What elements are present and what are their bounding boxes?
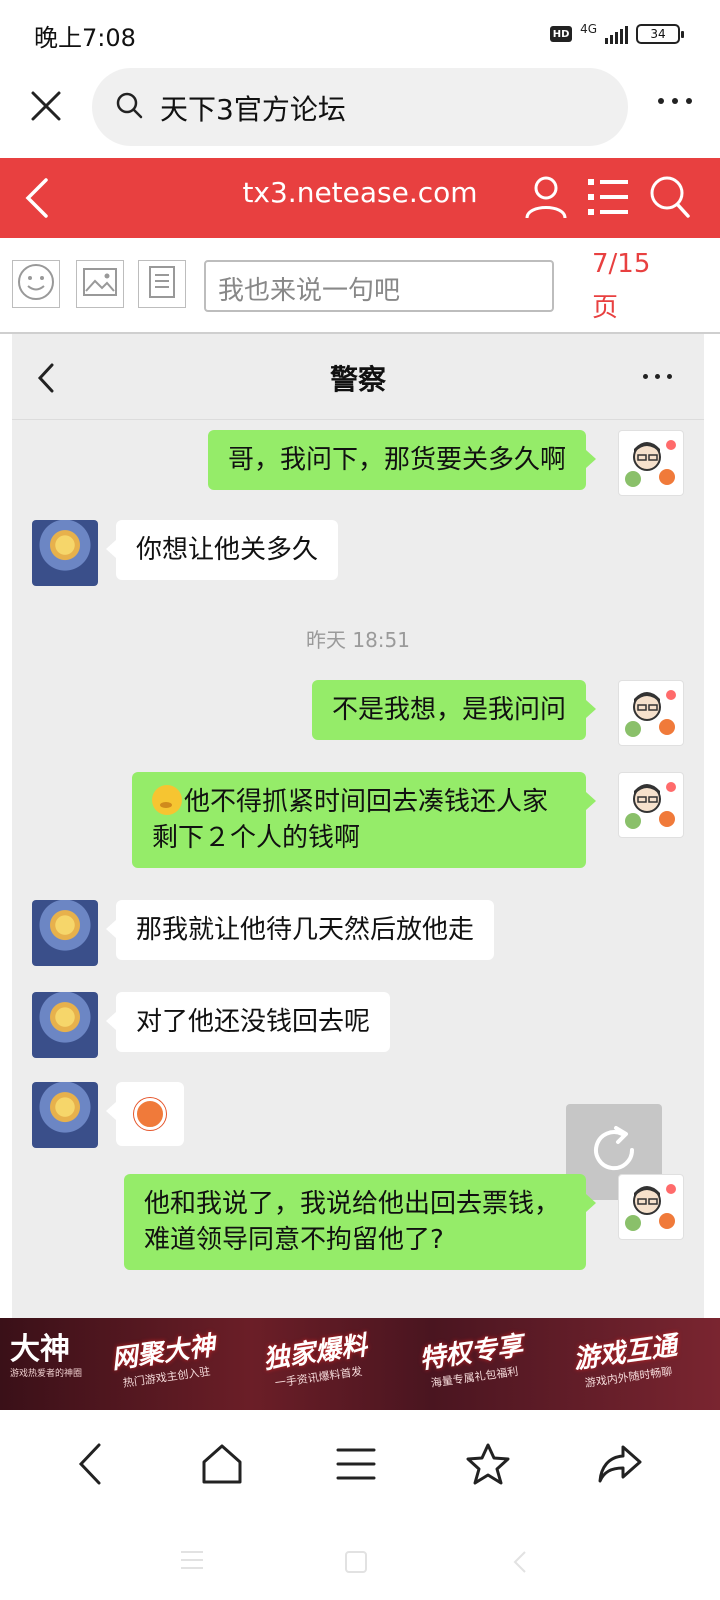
more-dots-icon[interactable] bbox=[658, 98, 692, 104]
message-bubble-them: 你想让他关多久 bbox=[105, 520, 339, 580]
page-indicator[interactable]: 7/15页 bbox=[592, 242, 672, 330]
browser-toolbar: 天下3官方论坛 bbox=[0, 68, 720, 156]
browser-bottom-nav bbox=[0, 1410, 720, 1520]
system-home-icon[interactable] bbox=[344, 1550, 368, 1578]
nav-menu-button[interactable] bbox=[328, 1438, 384, 1494]
nav-home-button[interactable] bbox=[194, 1438, 250, 1494]
list-menu-icon[interactable] bbox=[586, 176, 630, 222]
chat-screenshot: 警察 哥，我问下，那货要关多久啊 你想让他关多久 昨天 18:51 不是我想，是… bbox=[12, 334, 704, 1318]
promo-banner[interactable]: 大神 游戏热爱者的神圈 网聚大神 热门游戏主创入驻 独家爆料 一手资讯爆料首发 … bbox=[0, 1318, 720, 1410]
contact-avatar bbox=[32, 900, 98, 966]
chat-timestamp: 昨天 18:51 bbox=[306, 628, 410, 652]
network-type: 4G bbox=[580, 22, 597, 36]
system-back-icon[interactable] bbox=[512, 1550, 528, 1578]
battery-icon: 34 bbox=[636, 24, 684, 44]
menu-icon bbox=[336, 1446, 376, 1486]
message-text: 他不得抓紧时间回去凑钱还人家剩下２个人的钱啊 bbox=[152, 787, 549, 853]
battery-level: 34 bbox=[650, 27, 666, 41]
star-icon bbox=[465, 1442, 511, 1490]
contact-avatar bbox=[32, 992, 98, 1058]
signal-icon bbox=[605, 24, 628, 44]
my-avatar bbox=[618, 680, 684, 746]
document-button[interactable] bbox=[138, 260, 186, 308]
nav-back-button[interactable] bbox=[62, 1438, 118, 1494]
nav-favorite-button[interactable] bbox=[460, 1438, 516, 1494]
share-arrow-icon bbox=[597, 1444, 643, 1488]
message-bubble-them: 那我就让他待几天然后放他走 bbox=[105, 900, 495, 960]
status-bar: 晚上7:08 HD 4G 34 bbox=[0, 0, 720, 68]
contact-avatar bbox=[32, 520, 98, 586]
banner-logo: 大神 游戏热爱者的神圈 bbox=[10, 1332, 83, 1380]
message-bubble-them: 对了他还没钱回去呢 bbox=[105, 992, 391, 1052]
message-bubble-them bbox=[106, 1082, 184, 1146]
emoji-button[interactable] bbox=[12, 260, 60, 308]
contact-avatar bbox=[32, 1082, 98, 1148]
search-icon bbox=[114, 90, 146, 126]
chat-header: 警察 bbox=[12, 334, 704, 420]
user-icon[interactable] bbox=[524, 174, 568, 224]
my-avatar bbox=[618, 772, 684, 838]
chat-title: 警察 bbox=[329, 363, 386, 396]
my-avatar bbox=[618, 1174, 684, 1240]
nav-share-button[interactable] bbox=[592, 1438, 648, 1494]
close-icon[interactable] bbox=[28, 88, 64, 124]
comment-input[interactable]: 我也来说一句吧 bbox=[204, 260, 554, 312]
banner-item: 网聚大神 热门游戏主创入驻 bbox=[109, 1325, 219, 1392]
banner-item: 特权专享 海量专属礼包福利 bbox=[417, 1325, 527, 1392]
site-search-icon[interactable] bbox=[648, 174, 692, 224]
smiley-icon bbox=[16, 262, 56, 306]
thinking-emoji-icon bbox=[152, 785, 182, 815]
refresh-icon bbox=[586, 1122, 642, 1182]
banner-logo-text: 大神 bbox=[10, 1332, 70, 1367]
system-menu-icon[interactable] bbox=[180, 1550, 204, 1574]
message-bubble-me: 他不得抓紧时间回去凑钱还人家剩下２个人的钱啊 bbox=[132, 772, 596, 868]
document-icon bbox=[147, 265, 177, 303]
status-icons: HD 4G 34 bbox=[550, 20, 684, 48]
system-nav-bar bbox=[0, 1520, 720, 1600]
image-icon bbox=[82, 267, 118, 301]
status-time: 晚上7:08 bbox=[34, 24, 136, 52]
image-button[interactable] bbox=[76, 260, 124, 308]
banner-item: 游戏互通 游戏内外随时畅聊 bbox=[571, 1325, 681, 1392]
angry-face-sticker-icon bbox=[134, 1098, 166, 1130]
message-bubble-me: 哥，我问下，那货要关多久啊 bbox=[207, 430, 597, 490]
message-bubble-me: 不是我想，是我问问 bbox=[311, 680, 597, 740]
message-bubble-me: 他和我说了，我说给他出回去票钱，难道领导同意不拘留他了? bbox=[124, 1174, 596, 1270]
banner-item: 独家爆料 一手资讯爆料首发 bbox=[261, 1325, 371, 1392]
address-text: 天下3官方论坛 bbox=[160, 93, 346, 126]
address-bar[interactable]: 天下3官方论坛 bbox=[92, 68, 628, 146]
hd-badge: HD bbox=[550, 26, 573, 42]
banner-logo-sub: 游戏热爱者的神圈 bbox=[10, 1369, 83, 1379]
back-icon bbox=[75, 1442, 105, 1490]
my-avatar bbox=[618, 430, 684, 496]
site-header: tx3.netease.com bbox=[0, 158, 720, 238]
home-icon bbox=[200, 1442, 244, 1490]
chat-more-icon bbox=[643, 374, 672, 379]
comment-toolbar: 我也来说一句吧 7/15页 bbox=[0, 238, 720, 334]
